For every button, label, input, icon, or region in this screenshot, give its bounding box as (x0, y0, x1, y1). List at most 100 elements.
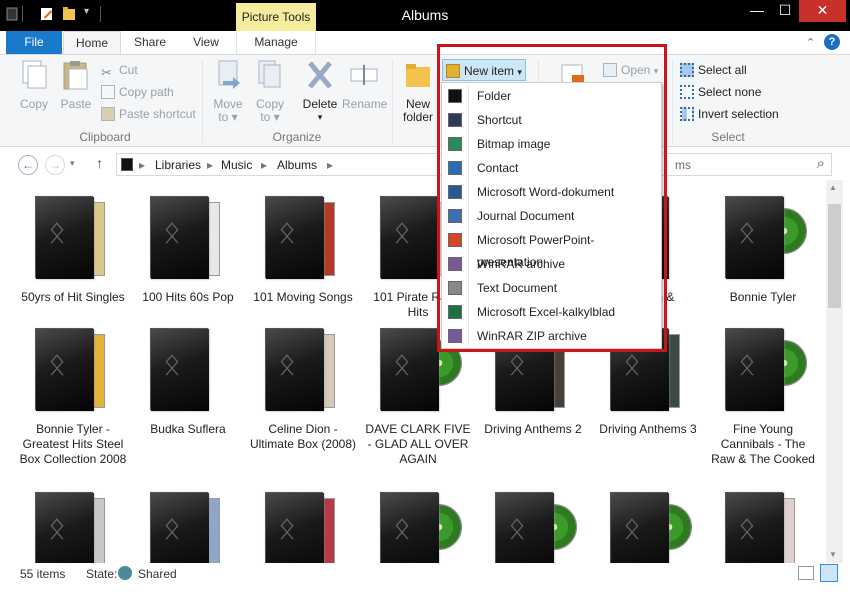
paste-icon (56, 59, 96, 94)
album-name: Driving Anthems 3 (599, 422, 697, 436)
move-to-icon (208, 59, 248, 94)
delete-button[interactable]: Delete ▾ (298, 59, 342, 124)
minimize-button[interactable]: — (743, 0, 771, 22)
album-folder[interactable]: ᛟ (593, 486, 703, 563)
clipboard-group-label: Clipboard (79, 130, 131, 144)
album-name: Bonnie Tyler (729, 290, 797, 304)
breadcrumb-libraries[interactable]: Libraries (155, 158, 201, 172)
breadcrumb-separator: ▸ (207, 158, 214, 172)
forward-button[interactable]: → (45, 155, 65, 175)
tab-view[interactable]: View (180, 31, 232, 54)
album-case-icon: ᛟ (265, 196, 324, 279)
help-icon[interactable]: ? (824, 34, 840, 50)
album-name: Driving Anthems 2 (484, 422, 582, 436)
copy-to-button[interactable]: Copy to ▾ (250, 59, 290, 124)
dragon-glyph: ᛟ (163, 215, 181, 250)
breadcrumb-albums[interactable]: Albums (277, 158, 317, 172)
cut-button[interactable]: ✂ Cut (101, 61, 138, 80)
album-folder[interactable]: ᛟ (18, 486, 128, 563)
paste-shortcut-icon (101, 107, 115, 121)
tab-manage[interactable]: Manage (236, 31, 316, 54)
dragon-glyph: ᛟ (508, 347, 526, 382)
album-folder[interactable]: ᛟ (133, 486, 243, 563)
copy-icon (14, 59, 54, 94)
album-case-icon: ᛟ (265, 492, 324, 563)
album-case-icon: ᛟ (725, 328, 784, 411)
copy-path-label: Copy path (119, 85, 174, 99)
scroll-down-icon[interactable]: ▼ (829, 550, 837, 559)
copy-path-button[interactable]: Copy path (101, 83, 174, 101)
album-folder[interactable]: ᛟ (248, 486, 358, 563)
album-case-icon: ᛟ (265, 328, 324, 411)
album-folder[interactable]: ᛟ 101 Moving Songs (248, 190, 358, 305)
copy-label: Copy (19, 97, 48, 111)
select-group-label: Select (711, 130, 745, 144)
new-folder-button[interactable]: New folder (398, 59, 438, 124)
delete-label: Delete (302, 97, 338, 111)
dragon-glyph: ᛟ (163, 511, 181, 546)
large-icons-view-icon[interactable] (820, 564, 838, 582)
folder-thumbnail: ᛟ (725, 322, 807, 418)
album-case-icon: ᛟ (610, 492, 669, 563)
select-none-button[interactable]: Select none (680, 83, 761, 101)
select-all-button[interactable]: Select all (680, 61, 747, 79)
scroll-up-icon[interactable]: ▲ (829, 183, 837, 192)
tab-file[interactable]: File (6, 31, 62, 54)
album-folder[interactable]: ᛟ Fine Young Cannibals - The Raw & The Co… (708, 322, 818, 467)
album-folder[interactable]: ᛟ (478, 486, 588, 563)
album-folder[interactable]: ᛟ (363, 486, 473, 563)
album-folder[interactable]: ᛟ (708, 486, 818, 563)
recent-locations-icon[interactable]: ▾ (70, 158, 75, 169)
album-case-icon: ᛟ (380, 196, 439, 279)
move-to-label-2: to ▾ (218, 110, 238, 124)
album-folder[interactable]: ᛟ Budka Suflera (133, 322, 243, 437)
back-button[interactable]: ← (18, 155, 38, 175)
folder-thumbnail: ᛟ (725, 486, 801, 563)
ribbon-separator (672, 61, 673, 143)
rename-icon (342, 59, 386, 94)
move-to-button[interactable]: Move to ▾ (208, 59, 248, 124)
copy-to-label-2: to ▾ (260, 110, 280, 124)
album-folder[interactable]: ᛟ Celine Dion - Ultimate Box (2008) (248, 322, 358, 452)
tab-home[interactable]: Home (63, 31, 121, 55)
delete-arrow: ▾ (317, 112, 323, 122)
album-case-icon: ᛟ (150, 196, 209, 279)
invert-selection-button[interactable]: Invert selection (680, 105, 779, 123)
new-folder-icon (398, 59, 438, 94)
shared-users-icon (118, 566, 132, 580)
scrollbar-thumb[interactable] (828, 204, 841, 308)
copy-button[interactable]: Copy (14, 59, 54, 111)
window-title: Albums (401, 7, 449, 23)
close-button[interactable]: ✕ (799, 0, 846, 22)
collapse-ribbon-icon[interactable]: ⌃ (806, 36, 815, 49)
album-folder[interactable]: ᛟ 100 Hits 60s Pop (133, 190, 243, 305)
rename-button[interactable]: Rename (342, 59, 387, 111)
dragon-glyph: ᛟ (393, 215, 411, 250)
cut-label: Cut (119, 63, 138, 77)
folder-thumbnail: ᛟ (265, 322, 341, 418)
copy-to-icon (250, 59, 290, 94)
libraries-icon (121, 158, 133, 171)
paste-shortcut-label: Paste shortcut (119, 107, 196, 121)
breadcrumb-music[interactable]: Music (221, 158, 252, 172)
album-folder[interactable]: ᛟ Bonnie Tyler - Greatest Hits Steel Box … (18, 322, 128, 467)
breadcrumb-separator: ▸ (327, 158, 334, 172)
maximize-button[interactable]: ☐ (771, 0, 799, 22)
details-view-icon[interactable] (798, 566, 814, 580)
dragon-glyph: ᛟ (48, 347, 66, 382)
paste-shortcut-button[interactable]: Paste shortcut (101, 105, 196, 123)
up-button[interactable]: ↑ (96, 155, 103, 171)
ribbon-tabs: File Home Share View Manage ⌃ ? (0, 31, 850, 55)
tab-share[interactable]: Share (124, 31, 176, 54)
search-icon[interactable]: ⌕ (817, 155, 825, 172)
search-placeholder: ms (675, 158, 691, 172)
explorer-window: ▾ Picture Tools Albums — ☐ ✕ File Home S… (0, 0, 850, 592)
album-folder[interactable]: ᛟ 50yrs of Hit Singles (18, 190, 128, 305)
album-folder[interactable]: ᛟ Bonnie Tyler (708, 190, 818, 305)
folder-thumbnail: ᛟ (150, 190, 226, 286)
file-list: ᛟ 50yrs of Hit Singles ᛟ 100 Hits 60s Pop ᛟ 1… (0, 180, 826, 563)
dragon-glyph: ᛟ (738, 347, 756, 382)
vertical-scrollbar[interactable]: ▲ ▼ (826, 180, 843, 563)
paste-button[interactable]: Paste (56, 59, 96, 111)
folder-thumbnail: ᛟ (150, 486, 226, 563)
